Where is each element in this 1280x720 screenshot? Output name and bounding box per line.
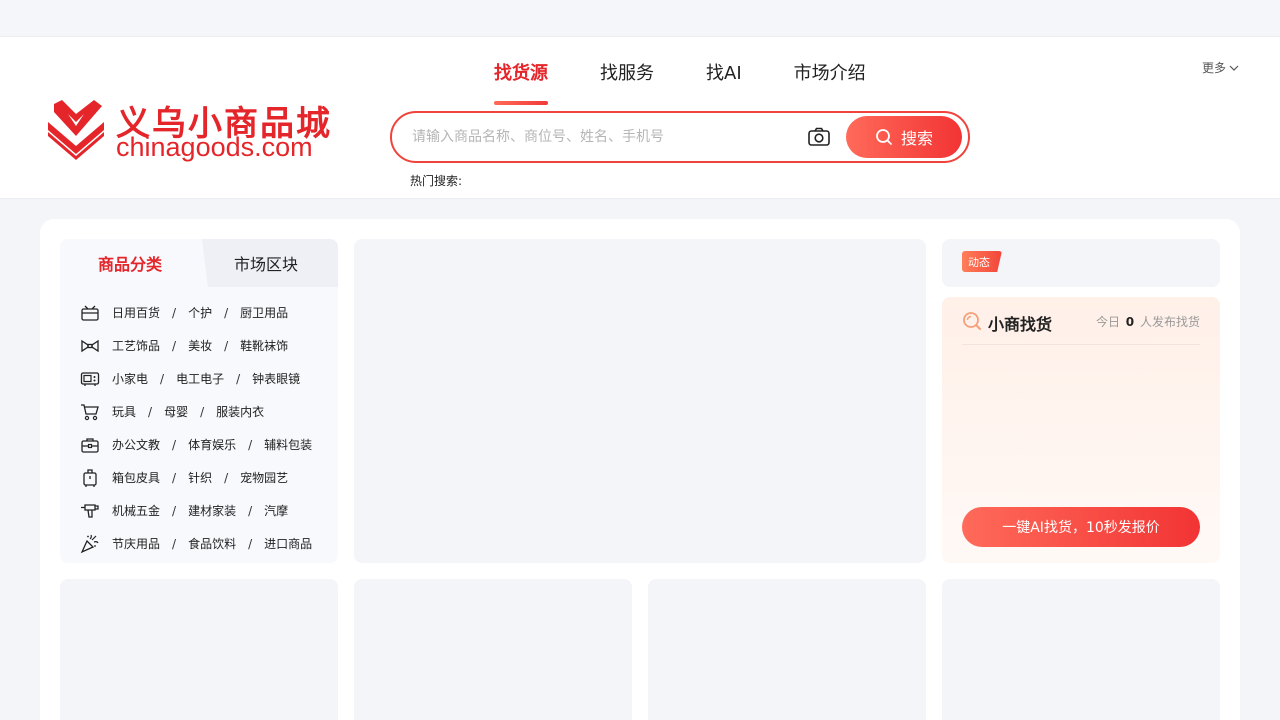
category-link[interactable]: 进口商品: [264, 535, 312, 552]
search-bar: 搜索: [390, 111, 970, 163]
category-link[interactable]: 办公文教: [112, 436, 160, 453]
tab-market-blocks[interactable]: 市场区块: [202, 239, 338, 287]
logo-text-en: chinagoods.com: [116, 132, 313, 162]
more-label: 更多: [1202, 61, 1227, 75]
party-popper-icon: [80, 534, 99, 553]
content-card[interactable]: [942, 579, 1220, 720]
category-row: 工艺饰品 / 美妆 / 鞋靴袜饰: [80, 329, 312, 362]
category-link[interactable]: 电工电子: [176, 370, 224, 387]
category-link[interactable]: 针织: [188, 469, 212, 486]
category-link[interactable]: 服装内衣: [216, 403, 264, 420]
nav-tab-find-ai[interactable]: 找AI: [706, 59, 742, 95]
appliance-icon: [80, 371, 100, 386]
site-header: 义乌小商品城 chinagoods.com 找货源 找服务 找AI 市场介绍 更…: [0, 37, 1280, 199]
more-menu[interactable]: 更多: [1202, 59, 1239, 76]
category-link[interactable]: 工艺饰品: [112, 337, 160, 354]
nav-tab-market-intro[interactable]: 市场介绍: [794, 59, 866, 95]
category-link[interactable]: 鞋靴袜饰: [240, 337, 288, 354]
content-card[interactable]: [60, 579, 338, 720]
site-logo[interactable]: 义乌小商品城 chinagoods.com: [46, 100, 346, 164]
content-card[interactable]: [648, 579, 926, 720]
category-row: 办公文教 / 体育娱乐 / 辅料包装: [80, 428, 312, 461]
chevron-down-icon: [1229, 65, 1239, 71]
sourcing-stat: 今日 0 人发布找货: [1096, 313, 1200, 330]
magnifier-icon: [963, 312, 981, 330]
category-link[interactable]: 体育娱乐: [188, 436, 236, 453]
category-tabs: 市场区块 商品分类: [60, 239, 338, 287]
camera-icon[interactable]: [807, 125, 831, 149]
main-nav: 找货源 找服务 找AI 市场介绍: [494, 59, 918, 105]
category-link[interactable]: 个护: [188, 304, 212, 321]
category-link[interactable]: 日用百货: [112, 304, 160, 321]
category-link[interactable]: 节庆用品: [112, 535, 160, 552]
category-row: 玩具 / 母婴 / 服装内衣: [80, 395, 312, 428]
drill-icon: [81, 503, 99, 518]
news-badge: 动态: [962, 251, 1002, 272]
category-row: 机械五金 / 建材家装 / 汽摩: [80, 494, 312, 527]
category-link[interactable]: 玩具: [112, 403, 136, 420]
tab-product-categories[interactable]: 商品分类: [60, 239, 200, 287]
category-link[interactable]: 食品饮料: [188, 535, 236, 552]
search-button-label: 搜索: [900, 129, 933, 148]
sourcing-card-header: 小商找货 今日 0 人发布找货: [962, 309, 1200, 345]
briefcase-icon: [81, 437, 99, 453]
category-link[interactable]: 宠物园艺: [240, 469, 288, 486]
category-link[interactable]: 汽摩: [264, 502, 288, 519]
nav-tab-find-source[interactable]: 找货源: [494, 59, 548, 105]
content-card[interactable]: [354, 579, 632, 720]
luggage-icon: [83, 468, 97, 487]
category-link[interactable]: 辅料包装: [264, 436, 312, 453]
category-row: 箱包皮具 / 针织 / 宠物园艺: [80, 461, 312, 494]
category-link[interactable]: 机械五金: [112, 502, 160, 519]
category-link[interactable]: 建材家装: [188, 502, 236, 519]
category-row: 小家电 / 电工电子 / 钟表眼镜: [80, 362, 312, 395]
main-panel: 市场区块 商品分类 日用百货 / 个护 / 厨卫用品 工艺饰品 / 美妆 / 鞋靴袜饰 …: [40, 219, 1240, 720]
ai-sourcing-button[interactable]: 一键AI找货，10秒发报价: [962, 507, 1200, 547]
category-link[interactable]: 箱包皮具: [112, 469, 160, 486]
category-link[interactable]: 小家电: [112, 370, 148, 387]
hot-search-label: 热门搜索:: [410, 174, 463, 188]
category-list: 日用百货 / 个护 / 厨卫用品 工艺饰品 / 美妆 / 鞋靴袜饰 小家电 / 电工电子 /…: [80, 296, 312, 560]
sourcing-stat-suffix: 人发布找货: [1139, 315, 1200, 329]
category-row: 日用百货 / 个护 / 厨卫用品: [80, 296, 312, 329]
stroller-icon: [81, 403, 99, 420]
bow-tie-icon: [81, 339, 99, 352]
category-row: 节庆用品 / 食品饮料 / 进口商品: [80, 527, 312, 560]
logo-mark-icon: [48, 100, 104, 160]
top-utility-bar: [0, 0, 1280, 37]
sourcing-stat-count: 0: [1125, 315, 1135, 329]
nav-tab-find-service[interactable]: 找服务: [600, 59, 654, 95]
category-box: 市场区块 商品分类 日用百货 / 个护 / 厨卫用品 工艺饰品 / 美妆 / 鞋靴袜饰 …: [60, 239, 338, 563]
category-link[interactable]: 母婴: [164, 403, 188, 420]
search-input[interactable]: [412, 126, 792, 148]
search-icon: [876, 129, 892, 145]
category-link[interactable]: 美妆: [188, 337, 212, 354]
news-ticker[interactable]: 动态: [942, 239, 1220, 287]
sourcing-stat-prefix: 今日: [1095, 315, 1120, 329]
daily-goods-icon: [81, 305, 99, 321]
banner-carousel[interactable]: [354, 239, 926, 563]
category-link[interactable]: 钟表眼镜: [252, 370, 300, 387]
category-link[interactable]: 厨卫用品: [240, 304, 288, 321]
sourcing-card: 小商找货 今日 0 人发布找货 一键AI找货，10秒发报价: [942, 297, 1220, 563]
search-button[interactable]: 搜索: [846, 116, 962, 158]
sourcing-card-title: 小商找货: [988, 315, 1053, 334]
